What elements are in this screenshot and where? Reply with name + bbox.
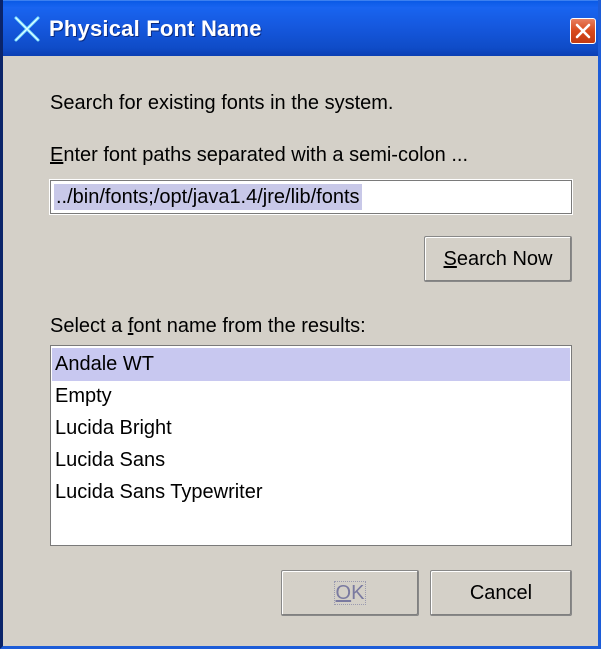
ok-label: OK [333,581,367,605]
list-item[interactable]: Empty [52,380,570,413]
list-item[interactable]: Lucida Sans Typewriter [52,476,570,509]
font-name-list[interactable]: Andale WT Empty Lucida Bright Lucida San… [50,345,572,546]
x-logo-icon [13,15,41,43]
results-label-pre: Select a [50,315,128,337]
window-title: Physical Font Name [49,16,262,41]
close-button[interactable] [570,18,596,44]
list-item[interactable]: Lucida Sans [52,444,570,477]
close-icon [575,23,591,39]
results-label-post: ont name from the results: [133,315,366,337]
list-item[interactable]: Lucida Bright [52,412,570,445]
font-paths-input[interactable]: ../bin/fonts;/opt/java1.4/jre/lib/fonts [49,179,573,215]
font-paths-label-text: nter font paths separated with a semi-co… [63,144,469,166]
font-paths-value: ../bin/fonts;/opt/java1.4/jre/lib/fonts [54,184,362,210]
results-label: Select a font name from the results: [50,314,366,338]
ok-label-rest: K [351,582,365,604]
ok-button[interactable]: OK [281,570,419,616]
physical-font-name-dialog: Physical Font Name Search for existing f… [0,0,601,649]
font-paths-label: Enter font paths separated with a semi-c… [50,143,468,167]
ok-mnemonic: O [335,582,352,604]
search-description: Search for existing fonts in the system. [50,92,394,114]
search-now-label: earch Now [456,248,553,270]
search-now-mnemonic: S [443,248,457,270]
search-now-button[interactable]: Search Now [424,236,572,282]
list-item[interactable]: Andale WT [52,348,570,381]
cancel-button[interactable]: Cancel [430,570,572,616]
font-paths-label-mnemonic: E [50,144,64,166]
title-bar[interactable]: Physical Font Name [3,0,598,56]
